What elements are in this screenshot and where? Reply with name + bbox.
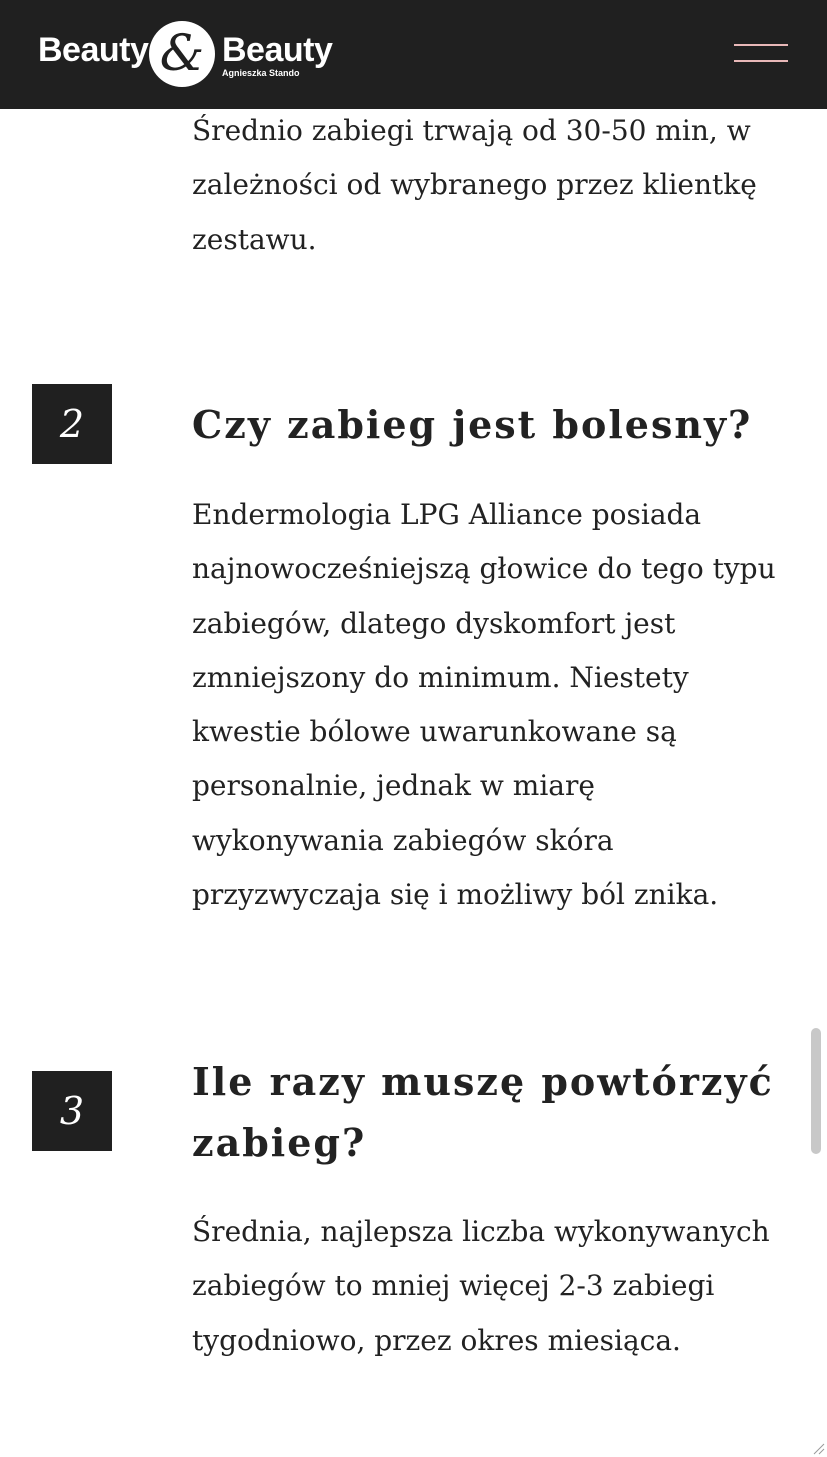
svg-text:&: & — [160, 24, 205, 82]
faq-answer: Średnia, najlepsza liczba wykonywanych z… — [192, 1215, 770, 1357]
site-header: Beauty & Beauty Agnieszka Stando — [0, 0, 827, 109]
hamburger-menu-icon[interactable] — [734, 40, 788, 66]
logo-word-right: Beauty — [222, 31, 333, 69]
faq-question: Ile razy muszę powtórzyć zabieg? — [192, 1059, 774, 1165]
faq-number-badge: 3 — [32, 1071, 112, 1151]
ampersand-logo-icon: & — [149, 21, 215, 87]
logo-subtitle: Agnieszka Stando — [222, 68, 300, 78]
resize-grip-icon[interactable] — [812, 1442, 825, 1455]
faq-number-badge: 2 — [32, 384, 112, 464]
menu-line — [734, 44, 788, 46]
logo[interactable]: Beauty & Beauty Agnieszka Stando — [36, 20, 336, 90]
menu-line — [734, 60, 788, 62]
scrollbar-thumb[interactable] — [811, 1028, 821, 1154]
logo-word-left: Beauty — [38, 31, 149, 69]
faq-answer: Endermologia LPG Alliance posiada najnow… — [192, 498, 776, 912]
faq-answer: Średnio zabiegi trwają od 30-50 min, w z… — [192, 114, 757, 256]
faq-question: Czy zabieg jest bolesny? — [192, 402, 753, 447]
